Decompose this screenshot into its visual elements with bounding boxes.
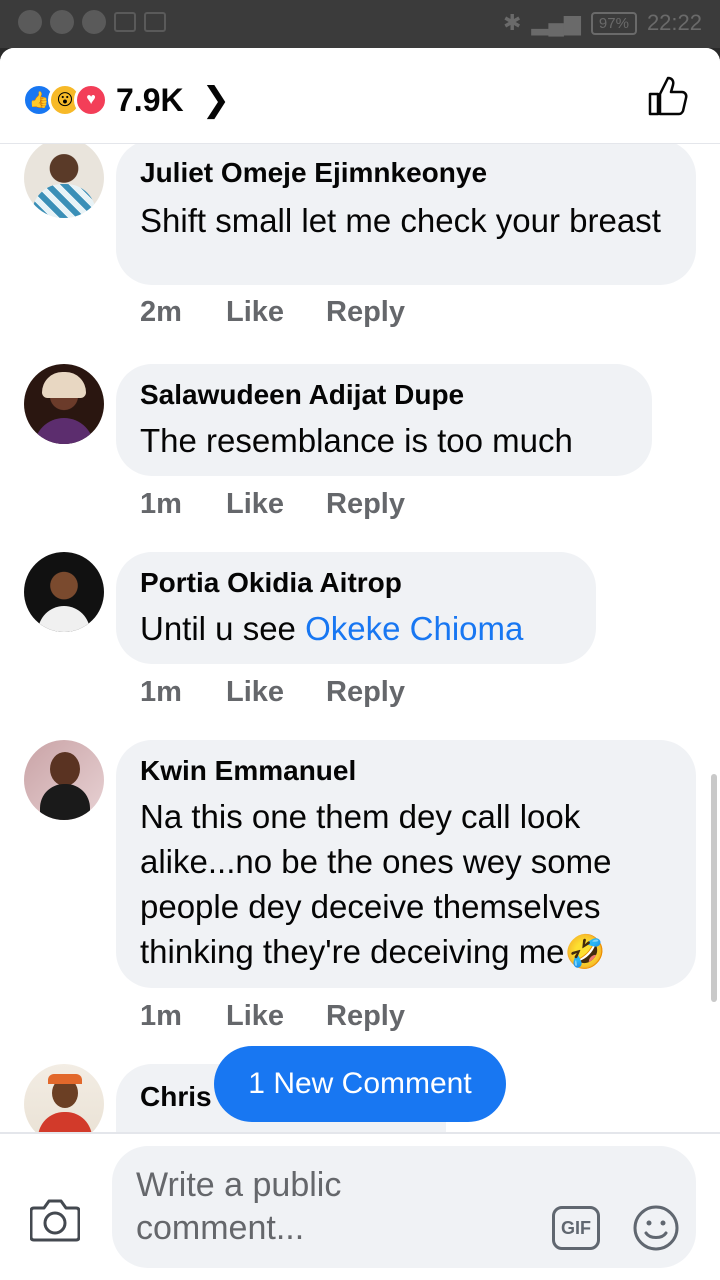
comment-time: 1m xyxy=(140,1000,182,1032)
comment-time: 1m xyxy=(140,676,182,708)
comment-text: Na this one them dey call look alike...n… xyxy=(140,798,612,970)
comment-like-button[interactable]: Like xyxy=(226,488,326,521)
status-bar: ✱ ▂▄▆ 97% 22:22 xyxy=(0,0,720,48)
comment-like-button[interactable]: Like xyxy=(226,296,326,329)
like-post-button[interactable] xyxy=(646,74,690,118)
scrollbar[interactable] xyxy=(711,774,717,1002)
comment-actions: 1m Like Reply xyxy=(140,676,405,709)
comment-text-prefix: Until u see xyxy=(140,610,306,647)
gallery-icon xyxy=(114,12,136,32)
person-icon xyxy=(82,10,106,34)
avatar[interactable] xyxy=(24,138,104,218)
comment-time: 1m xyxy=(140,488,182,520)
comment-reply-button[interactable]: Reply xyxy=(326,488,405,521)
camera-icon[interactable] xyxy=(30,1196,80,1242)
mention-link[interactable]: Okeke Chioma xyxy=(305,610,523,647)
comment-reply-button[interactable]: Reply xyxy=(326,1000,405,1033)
avatar[interactable] xyxy=(24,552,104,632)
clock: 22:22 xyxy=(646,10,702,35)
comment-actions: 2m Like Reply xyxy=(140,296,405,329)
comment-text: The resemblance is too much xyxy=(140,422,573,459)
emoji-icon[interactable] xyxy=(632,1204,680,1252)
sim-icon xyxy=(144,12,166,32)
comment-bubble: Juliet Omeje Ejimnkeonye Shift small let… xyxy=(116,140,696,285)
reaction-count: 7.9K xyxy=(116,81,184,118)
gif-button[interactable]: GIF xyxy=(552,1206,600,1250)
chevron-right-icon: ❯ xyxy=(201,81,231,119)
comment-author[interactable]: Portia Okidia Aitrop xyxy=(140,566,572,600)
reactions-header: 👍 😮 ♥ 7.9K ❯ xyxy=(0,48,720,144)
avatar[interactable] xyxy=(24,364,104,444)
signal-icon: ▂▄▆ xyxy=(531,10,581,35)
comment-composer: Write a public comment... GIF xyxy=(0,1132,720,1280)
comment-author[interactable]: Kwin Emmanuel xyxy=(140,754,672,788)
comment-bubble: Kwin Emmanuel Na this one them dey call … xyxy=(116,740,696,988)
comment-text: Until u see Okeke Chioma xyxy=(140,606,572,651)
new-comment-button[interactable]: 1 New Comment xyxy=(214,1046,506,1122)
comment-input-placeholder: Write a public comment... xyxy=(136,1166,342,1247)
comment-bubble: Portia Okidia Aitrop Until u see Okeke C… xyxy=(116,552,596,664)
comment-reply-button[interactable]: Reply xyxy=(326,296,405,329)
reactions-summary[interactable]: 👍 😮 ♥ 7.9K ❯ xyxy=(22,80,230,120)
comment-input[interactable]: Write a public comment... GIF xyxy=(112,1146,696,1268)
messenger-icon xyxy=(18,10,42,34)
comment-author[interactable]: Juliet Omeje Ejimnkeonye xyxy=(140,156,672,190)
notification-n-icon xyxy=(50,10,74,34)
love-reaction-icon: ♥ xyxy=(74,83,108,117)
comment-bubble: Salawudeen Adijat Dupe The resemblance i… xyxy=(116,364,652,476)
comment-time: 2m xyxy=(140,296,182,328)
comment-like-button[interactable]: Like xyxy=(226,1000,326,1033)
comment-actions: 1m Like Reply xyxy=(140,1000,405,1033)
comment-like-button[interactable]: Like xyxy=(226,676,326,709)
comment-text: Shift small let me check your breast xyxy=(140,202,661,239)
comment-actions: 1m Like Reply xyxy=(140,488,405,521)
battery-indicator: 97% xyxy=(590,11,637,35)
comments-sheet: 👍 😮 ♥ 7.9K ❯ Juliet Omeje Ejimnkeonye Sh… xyxy=(0,48,720,1280)
system-icons: ✱ ▂▄▆ 97% 22:22 xyxy=(503,10,702,36)
avatar[interactable] xyxy=(24,740,104,820)
comment-author[interactable]: Salawudeen Adijat Dupe xyxy=(140,378,628,412)
bluetooth-icon: ✱ xyxy=(503,10,522,35)
comment-reply-button[interactable]: Reply xyxy=(326,676,405,709)
notification-icons xyxy=(18,10,166,34)
